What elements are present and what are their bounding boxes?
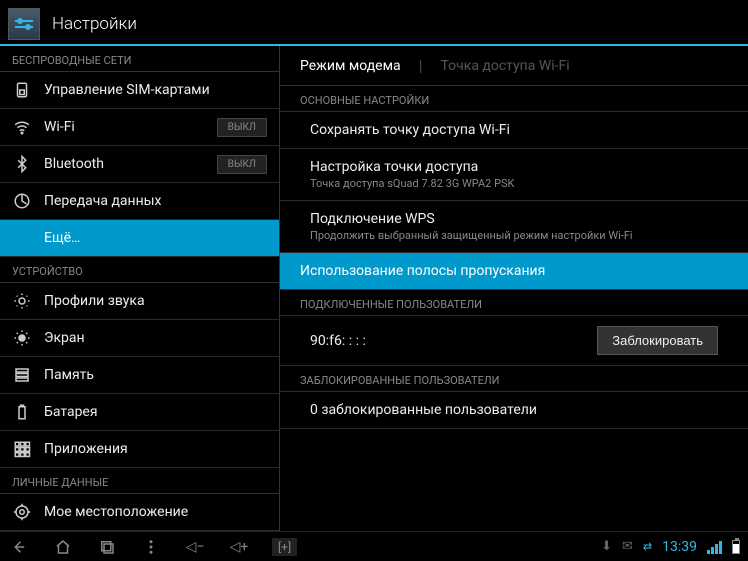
notification-icon: ✉	[622, 539, 633, 554]
sidebar-item-label: Wi-Fi	[44, 119, 217, 135]
toggle-switch[interactable]: ВЫКЛ	[217, 155, 267, 174]
app-title: Настройки	[52, 14, 137, 34]
setting-title: Сохранять точку доступа Wi-Fi	[310, 122, 718, 138]
settings-detail-pane: Режим модема|Точка доступа Wi-FiОСНОВНЫЕ…	[280, 46, 748, 531]
sidebar-item-label: Ещё…	[44, 230, 267, 246]
sidebar-item[interactable]: Мое местоположение	[0, 494, 279, 531]
block-button[interactable]: Заблокировать	[597, 326, 718, 355]
none-icon	[12, 228, 32, 248]
storage-icon	[12, 365, 32, 385]
tab-bar: Режим модема|Точка доступа Wi-Fi	[280, 46, 748, 86]
sidebar-section-header: УСТРОЙСТВО	[0, 257, 279, 283]
settings-app-icon	[8, 8, 40, 40]
sidebar-item-label: Память	[44, 367, 267, 383]
sidebar-item-label: Bluetooth	[44, 156, 217, 172]
sidebar-item[interactable]: Память	[0, 357, 279, 394]
display-icon	[12, 328, 32, 348]
tab-active[interactable]: Режим модема	[300, 48, 401, 84]
settings-sidebar: БЕСПРОВОДНЫЕ СЕТИ Управление SIM-картами W…	[0, 46, 280, 531]
setting-item[interactable]: Настройка точки доступа Точка доступа sQu…	[280, 149, 748, 201]
setting-item[interactable]: Подключение WPS Продолжить выбранный защи…	[280, 201, 748, 253]
back-button[interactable]	[8, 538, 30, 556]
sidebar-item[interactable]: Профили звука	[0, 283, 279, 320]
tab-inactive[interactable]: Точка доступа Wi-Fi	[440, 58, 569, 74]
settings-group-header: ПОДКЛЮЧЕННЫЕ ПОЛЬЗОВАТЕЛИ	[280, 290, 748, 316]
sidebar-item[interactable]: Ещё…	[0, 220, 279, 257]
sidebar-item-label: Экран	[44, 330, 267, 346]
system-nav-bar: ◁− ◁+ [+] ⬇ ✉ ⇄ 13:39	[0, 531, 748, 561]
setting-item[interactable]: 90:f6: : : : Заблокировать	[280, 316, 748, 366]
screenshot-button[interactable]: [+]	[272, 538, 297, 556]
sidebar-item[interactable]: Управление SIM-картами	[0, 72, 279, 109]
sidebar-section-header: ЛИЧНЫЕ ДАННЫЕ	[0, 468, 279, 494]
toggle-switch[interactable]: ВЫКЛ	[217, 118, 267, 137]
volume-up-button[interactable]: ◁+	[228, 539, 250, 555]
setting-item[interactable]: Сохранять точку доступа Wi-Fi	[280, 112, 748, 149]
setting-title: Подключение WPS	[310, 211, 718, 227]
sidebar-item-label: Передача данных	[44, 193, 267, 209]
sim-icon	[12, 80, 32, 100]
sidebar-item-label: Приложения	[44, 441, 267, 457]
battery-icon	[732, 540, 740, 554]
sidebar-item-label: Батарея	[44, 404, 267, 420]
menu-dots-button[interactable]	[140, 538, 162, 556]
bluetooth-icon	[12, 154, 32, 174]
location-icon	[12, 502, 32, 522]
settings-group-header: ОСНОВНЫЕ НАСТРОЙКИ	[280, 86, 748, 112]
sidebar-section-header: БЕСПРОВОДНЫЕ СЕТИ	[0, 46, 279, 72]
setting-title: Настройка точки доступа	[310, 159, 718, 175]
sidebar-item[interactable]: Экран	[0, 320, 279, 357]
battery-icon	[12, 402, 32, 422]
datausage-icon	[12, 191, 32, 211]
wifi-direct-icon: ⇄	[643, 540, 652, 553]
setting-title: 90:f6: : : :	[310, 333, 366, 349]
setting-subtitle: Продолжить выбранный защищенный режим на…	[310, 229, 718, 242]
sidebar-item[interactable]: Передача данных	[0, 183, 279, 220]
home-button[interactable]	[52, 538, 74, 556]
audio-icon	[12, 291, 32, 311]
sidebar-item-label: Управление SIM-картами	[44, 82, 267, 98]
sidebar-item[interactable]: BluetoothВЫКЛ	[0, 146, 279, 183]
setting-item[interactable]: 0 заблокированные пользователи	[280, 392, 748, 429]
sidebar-item[interactable]: Приложения	[0, 431, 279, 468]
sidebar-item-label: Мое местоположение	[44, 504, 267, 520]
download-icon: ⬇	[601, 539, 612, 554]
setting-subtitle: Точка доступа sQuad 7.82 3G WPA2 PSK	[310, 177, 718, 190]
signal-icon	[707, 540, 722, 554]
sidebar-item[interactable]: Wi-FiВЫКЛ	[0, 109, 279, 146]
setting-title: 0 заблокированные пользователи	[310, 402, 718, 418]
sidebar-item-label: Профили звука	[44, 293, 267, 309]
sidebar-item[interactable]: Батарея	[0, 394, 279, 431]
setting-title: Использование полосы пропускания	[300, 263, 718, 279]
volume-down-button[interactable]: ◁−	[184, 539, 206, 555]
title-bar: Настройки	[0, 4, 748, 46]
clock-text[interactable]: 13:39	[662, 539, 697, 555]
wifi-icon	[12, 117, 32, 137]
settings-group-header: ЗАБЛОКИРОВАННЫЕ ПОЛЬЗОВАТЕЛИ	[280, 366, 748, 392]
recent-apps-button[interactable]	[96, 538, 118, 556]
setting-item[interactable]: Использование полосы пропускания	[280, 253, 748, 290]
apps-icon	[12, 439, 32, 459]
